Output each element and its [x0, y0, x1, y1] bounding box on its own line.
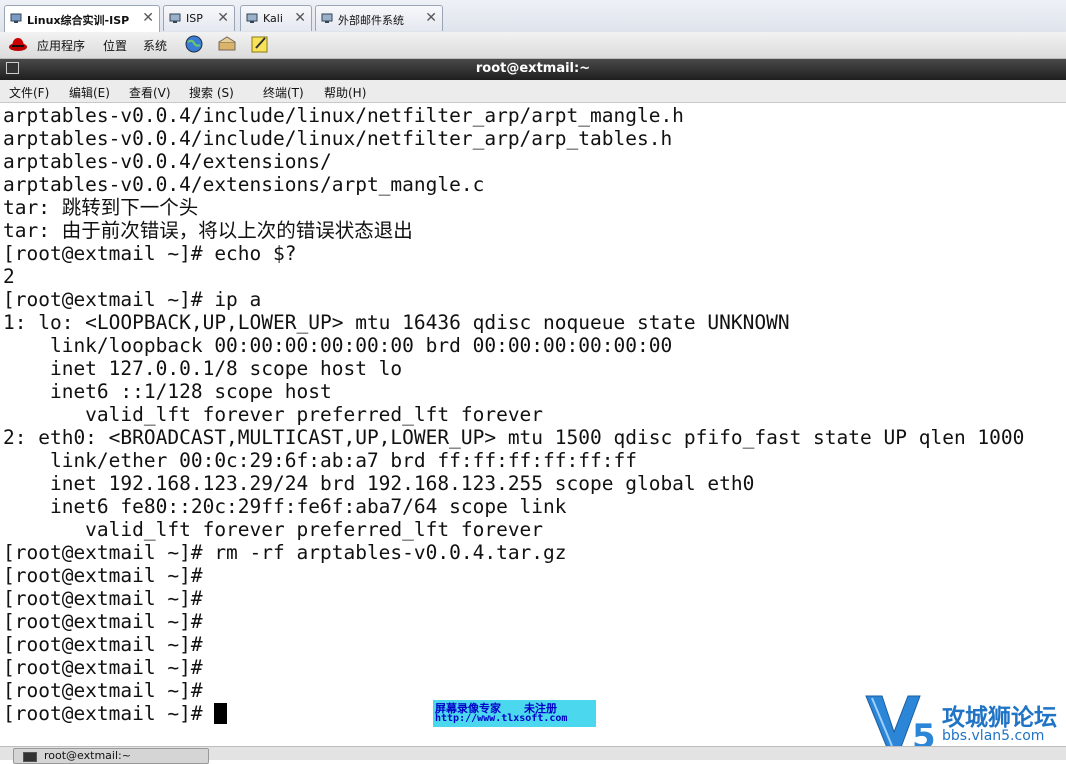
window-title: root@extmail:~	[475, 61, 591, 76]
terminal-line: [root@extmail ~]#	[3, 633, 203, 656]
prompt: [root@extmail ~]#	[3, 702, 215, 725]
taskbar-window-label: root@extmail:~	[44, 749, 131, 762]
menu-terminal[interactable]: 终端(T)	[263, 84, 304, 101]
terminal-line: inet 192.168.123.29/24 brd 192.168.123.2…	[3, 472, 755, 495]
close-icon[interactable]: ✕	[425, 10, 437, 26]
terminal-line: [root@extmail ~]# echo $?	[3, 242, 297, 265]
vm-tab-external-mail[interactable]: 外部邮件系统 ✕	[315, 5, 443, 31]
terminal-line: [root@extmail ~]#	[3, 610, 203, 633]
vm-tab-label: Kali	[263, 12, 283, 25]
watermark-url: http://www.tlxsoft.com	[435, 713, 568, 724]
menu-view[interactable]: 查看(V)	[129, 84, 171, 101]
bottom-taskbar: root@extmail:~	[0, 746, 1066, 764]
mail-icon[interactable]	[217, 34, 237, 54]
vm-tab-bar: Linux综合实训-ISP ✕ ISP ✕ Kali ✕ 外部邮件系统 ✕	[0, 0, 1066, 33]
vm-icon	[169, 13, 181, 23]
menu-edit[interactable]: 编辑(E)	[69, 84, 110, 101]
terminal-line: [root@extmail ~]#	[3, 587, 203, 610]
vm-tab-isp[interactable]: ISP ✕	[163, 5, 235, 31]
browser-globe-icon[interactable]	[184, 34, 204, 54]
vm-icon	[10, 13, 22, 23]
terminal-icon	[23, 752, 37, 762]
terminal-line: inet6 ::1/128 scope host	[3, 380, 332, 403]
terminal-line: arptables-v0.0.4/include/linux/netfilter…	[3, 127, 673, 150]
terminal-line: arptables-v0.0.4/include/linux/netfilter…	[3, 104, 684, 127]
logo-name: 攻城狮论坛	[942, 705, 1057, 731]
vm-icon	[321, 13, 333, 23]
terminal-line: tar: 跳转到下一个头	[3, 196, 199, 219]
text-cursor	[214, 703, 228, 724]
v5-logo-icon: 5	[865, 695, 936, 754]
terminal-line: link/loopback 00:00:00:00:00:00 brd 00:0…	[3, 334, 673, 357]
vm-tab-linux-isp[interactable]: Linux综合实训-ISP ✕	[4, 5, 160, 32]
terminal-line: inet 127.0.0.1/8 scope host lo	[3, 357, 403, 380]
terminal-line: inet6 fe80::20c:29ff:fe6f:aba7/64 scope …	[3, 495, 567, 518]
close-icon[interactable]: ✕	[294, 10, 306, 26]
terminal-line: arptables-v0.0.4/extensions/	[3, 150, 332, 173]
terminal-line: 2: eth0: <BROADCAST,MULTICAST,UP,LOWER_U…	[3, 426, 1025, 449]
menu-file[interactable]: 文件(F)	[9, 84, 49, 101]
menu-help[interactable]: 帮助(H)	[324, 84, 366, 101]
terminal-line: 1: lo: <LOOPBACK,UP,LOWER_UP> mtu 16436 …	[3, 311, 790, 334]
menu-search[interactable]: 搜索 (S)	[189, 84, 234, 101]
applications-menu[interactable]: 应用程序	[37, 37, 85, 54]
notes-editor-icon[interactable]	[250, 34, 270, 54]
terminal-line: [root@extmail ~]#	[3, 564, 203, 587]
terminal-line: [root@extmail ~]# rm -rf arptables-v0.0.…	[3, 541, 567, 564]
terminal-line: 2	[3, 265, 15, 288]
terminal-menu-bar: 文件(F) 编辑(E) 查看(V) 搜索 (S) 终端(T) 帮助(H)	[0, 80, 1066, 103]
terminal-line: tar: 由于前次错误，将以上次的错误状态退出	[3, 219, 413, 242]
close-icon[interactable]: ✕	[217, 10, 229, 26]
logo-url: bbs.vlan5.com	[942, 728, 1045, 744]
terminal-line: arptables-v0.0.4/extensions/arpt_mangle.…	[3, 173, 485, 196]
system-menu[interactable]: 系统	[143, 37, 167, 54]
taskbar-window-button[interactable]: root@extmail:~	[13, 748, 209, 764]
terminal-title-bar: root@extmail:~	[0, 59, 1066, 80]
redhat-icon	[9, 38, 27, 51]
vm-tab-label: Linux综合实训-ISP	[27, 14, 130, 27]
terminal-output[interactable]: arptables-v0.0.4/include/linux/netfilter…	[3, 104, 1065, 744]
top-panel: 应用程序 位置 系统	[0, 32, 1066, 59]
vm-tab-label: ISP	[186, 12, 203, 25]
terminal-line: valid_lft forever preferred_lft forever	[3, 518, 544, 541]
places-menu[interactable]: 位置	[103, 37, 127, 54]
site-logo: 5 攻城狮论坛 bbs.vlan5.com	[862, 690, 1066, 754]
vm-tab-kali[interactable]: Kali ✕	[240, 5, 312, 31]
terminal-line: valid_lft forever preferred_lft forever	[3, 403, 544, 426]
vm-icon	[246, 13, 258, 23]
terminal-line: [root@extmail ~]# ip a	[3, 288, 262, 311]
vm-tab-label: 外部邮件系统	[338, 14, 404, 27]
terminal-line: [root@extmail ~]#	[3, 656, 203, 679]
recorder-watermark: 屏幕录像专家 未注册 http://www.tlxsoft.com	[433, 700, 596, 727]
close-icon[interactable]: ✕	[142, 10, 154, 26]
terminal-line: link/ether 00:0c:29:6f:ab:a7 brd ff:ff:f…	[3, 449, 637, 472]
